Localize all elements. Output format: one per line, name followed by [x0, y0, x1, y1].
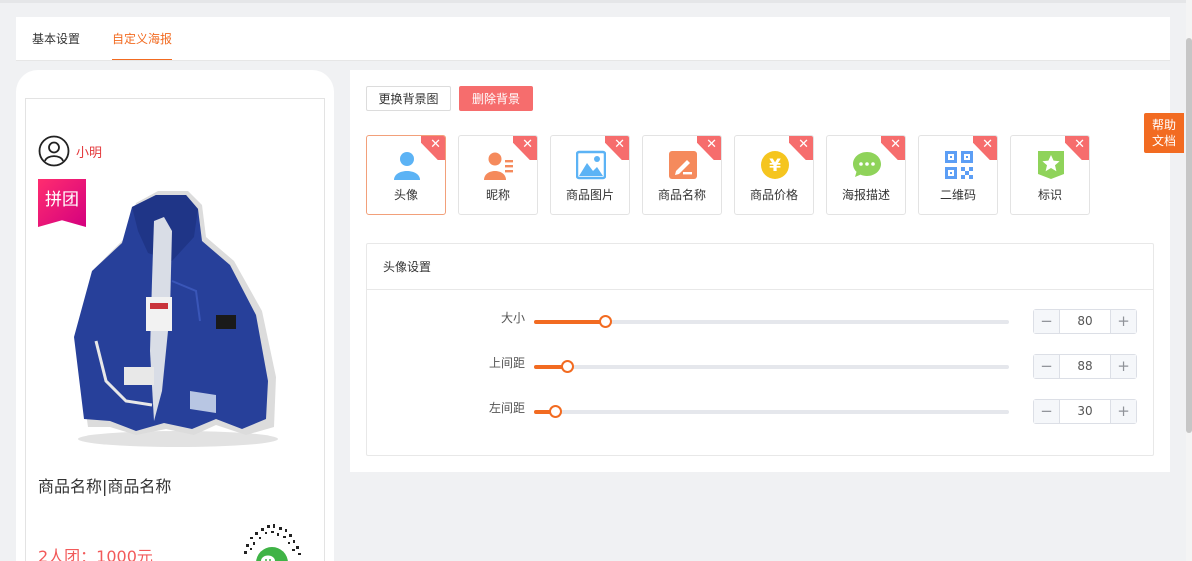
top-strip: [0, 0, 1192, 3]
image-icon: [576, 150, 606, 180]
element-card-product-price[interactable]: ✕ ¥ 商品价格: [734, 135, 814, 215]
element-card-qrcode[interactable]: ✕ 二维码: [918, 135, 998, 215]
poster-settings-panel: 更换背景图 删除背景 ✕ 头像 ✕ 昵称 ✕ 商品图片 ✕ 商品名称 ✕ ¥ 商…: [350, 70, 1170, 472]
close-icon[interactable]: ✕: [706, 137, 717, 153]
slider-row-top-margin: 上间距 − 88 +: [367, 353, 1155, 379]
change-background-button[interactable]: 更换背景图: [366, 86, 451, 111]
chat-icon: [853, 152, 881, 177]
delete-background-button[interactable]: 删除背景: [459, 86, 533, 111]
slider-fill: [534, 320, 606, 324]
slider-row-left-margin: 左间距 − 30 +: [367, 398, 1155, 424]
close-icon[interactable]: ✕: [430, 137, 441, 153]
increment-button[interactable]: +: [1110, 400, 1136, 423]
element-card-badge[interactable]: ✕ 标识: [1010, 135, 1090, 215]
close-icon[interactable]: ✕: [614, 137, 625, 153]
element-card-label: 头像: [393, 188, 418, 202]
top-margin-stepper: − 88 +: [1033, 354, 1137, 379]
element-card-product-image[interactable]: ✕ 商品图片: [550, 135, 630, 215]
element-card-label: 二维码: [939, 188, 976, 202]
phone-preview: 小明 拼团 商品名称|商品名称 2人团：1000元: [16, 70, 334, 561]
decrement-button[interactable]: −: [1034, 400, 1060, 423]
yen-icon: ¥: [761, 151, 789, 179]
size-stepper: − 80 +: [1033, 309, 1137, 334]
close-icon[interactable]: ✕: [890, 137, 901, 153]
help-label-line1: 帮助: [1151, 118, 1176, 132]
element-card-label: 商品价格: [749, 188, 798, 202]
wechat-mini-program-qrcode[interactable]: [241, 523, 303, 561]
help-docs-button[interactable]: 帮助 文档: [1144, 113, 1184, 153]
element-card-avatar[interactable]: ✕ 头像: [366, 135, 446, 215]
slider-label: 上间距: [488, 356, 525, 370]
slider-label: 大小: [500, 311, 525, 325]
element-card-poster-description[interactable]: ✕ 海报描述: [826, 135, 906, 215]
poster-avatar-row[interactable]: 小明: [38, 135, 102, 167]
svg-text:¥: ¥: [769, 156, 781, 176]
close-icon[interactable]: ✕: [798, 137, 809, 153]
element-card-label: 昵称: [485, 188, 510, 202]
product-image-jacket[interactable]: [66, 191, 286, 451]
increment-button[interactable]: +: [1110, 310, 1136, 333]
poster-product-name: 商品名称|商品名称: [38, 477, 172, 496]
poster-canvas: 小明 拼团 商品名称|商品名称 2人团：1000元: [25, 98, 325, 561]
settings-title: 头像设置: [367, 244, 1153, 290]
element-card-label: 海报描述: [841, 188, 890, 202]
avatar-settings-box: 头像设置 大小 − 80 + 上间距 − 88 + 左间距 − 30 +: [366, 243, 1154, 456]
poster-nickname: 小明: [76, 145, 103, 161]
element-card-label: 标识: [1037, 188, 1062, 202]
element-card-nickname[interactable]: ✕ 昵称: [458, 135, 538, 215]
page-scrollbar[interactable]: [1186, 0, 1192, 561]
user-avatar-icon: [38, 135, 70, 167]
close-icon[interactable]: ✕: [1074, 137, 1085, 153]
element-card-label: 商品图片: [565, 188, 614, 202]
avatar-icon: [394, 152, 420, 180]
nickname-icon: [484, 152, 513, 180]
increment-button[interactable]: +: [1110, 355, 1136, 378]
left-margin-stepper: − 30 +: [1033, 399, 1137, 424]
close-icon[interactable]: ✕: [982, 137, 993, 153]
poster-price: 2人团：1000元: [38, 547, 153, 561]
element-card-product-name[interactable]: ✕ 商品名称: [642, 135, 722, 215]
left-margin-slider-track[interactable]: [534, 405, 1009, 418]
qrcode-icon: [945, 151, 973, 179]
slider-handle[interactable]: [599, 315, 613, 328]
scrollbar-thumb[interactable]: [1186, 38, 1192, 433]
element-card-label: 商品名称: [657, 188, 706, 202]
star-badge-icon: [1038, 151, 1064, 179]
tab-custom-poster[interactable]: 自定义海报: [112, 17, 173, 61]
slider-row-size: 大小 − 80 +: [367, 308, 1155, 334]
stepper-value[interactable]: 30: [1060, 400, 1110, 423]
size-slider-track[interactable]: [534, 315, 1009, 328]
edit-icon: [669, 151, 697, 179]
tab-basic-settings[interactable]: 基本设置: [32, 17, 80, 61]
slider-label: 左间距: [488, 401, 525, 415]
stepper-value[interactable]: 80: [1060, 310, 1110, 333]
tab-bar: 基本设置 自定义海报: [16, 17, 1170, 61]
decrement-button[interactable]: −: [1034, 310, 1060, 333]
slider-handle[interactable]: [561, 360, 575, 373]
top-margin-slider-track[interactable]: [534, 360, 1009, 373]
stepper-value[interactable]: 88: [1060, 355, 1110, 378]
help-label-line2: 文档: [1151, 134, 1176, 148]
close-icon[interactable]: ✕: [522, 137, 533, 153]
tab-divider: [16, 60, 1170, 61]
decrement-button[interactable]: −: [1034, 355, 1060, 378]
slider-handle[interactable]: [549, 405, 563, 418]
